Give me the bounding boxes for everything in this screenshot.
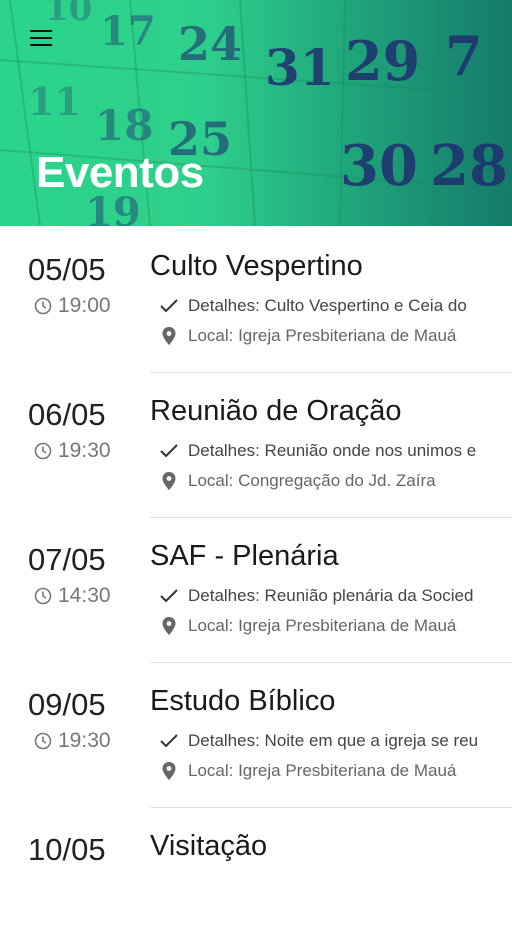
event-location: Local: Igreja Presbiteriana de Mauá [188,615,457,635]
event-date: 09/05 [28,687,106,722]
event-time: 19:30 [34,729,111,753]
event-date: 10/05 [28,832,106,867]
event-time: 19:30 [34,439,111,463]
event-date: 06/05 [28,397,106,432]
event-item[interactable]: 09/05 19:30 Estudo Bíblico Detalhes: Noi… [0,661,512,808]
clock-icon [34,298,52,315]
event-details-row: Detalhes: Reunião plenária da Socied [158,585,512,609]
event-time: 19:00 [34,294,111,318]
page-title: Eventos [36,148,204,197]
event-item[interactable]: 05/05 19:00 Culto Vespertino Detalhes: C… [0,226,512,373]
event-details: Detalhes: Reunião onde nos unimos e [188,440,477,460]
event-details: Detalhes: Culto Vespertino e Ceia do [188,295,467,315]
location-pin-icon [162,326,176,345]
svg-text:31: 31 [265,38,335,97]
event-date: 07/05 [28,542,106,577]
check-icon [160,443,178,457]
event-time-label: 19:00 [58,294,111,317]
hamburger-menu-icon[interactable] [26,26,56,50]
event-details: Detalhes: Reunião plenária da Socied [188,585,474,605]
event-date: 05/05 [28,252,106,287]
clock-icon [34,588,52,605]
check-icon [160,733,178,747]
event-item[interactable]: 10/05 Visitação [0,806,512,951]
event-details-row: Detalhes: Culto Vespertino e Ceia do [158,295,512,319]
clock-icon [34,443,52,460]
event-item[interactable]: 06/05 19:30 Reunião de Oração Detalhes: … [0,371,512,518]
event-name: Estudo Bíblico [150,685,336,717]
event-time: 14:30 [34,584,111,608]
event-location-row: Local: Congregação do Jd. Zaíra [158,470,512,494]
event-name: Reunião de Oração [150,395,402,427]
location-pin-icon [162,761,176,780]
event-details: Detalhes: Noite em que a igreja se reu [188,730,479,750]
location-pin-icon [162,616,176,635]
event-time-label: 14:30 [58,584,111,607]
svg-text:11: 11 [28,79,81,124]
check-icon [160,298,178,312]
event-location: Local: Igreja Presbiteriana de Mauá [188,325,457,345]
event-details-row: Detalhes: Reunião onde nos unimos e [158,440,512,464]
location-pin-icon [162,471,176,490]
event-location-row: Local: Igreja Presbiteriana de Mauá [158,760,512,784]
event-time-label: 19:30 [58,729,111,752]
svg-text:30: 30 [340,133,418,199]
event-location-row: Local: Igreja Presbiteriana de Mauá [158,615,512,639]
svg-text:18: 18 [95,101,153,150]
svg-text:24: 24 [178,17,242,71]
check-icon [160,588,178,602]
header-banner: 10 17 24 31 29 7 11 18 25 30 28 19 Event… [0,0,512,226]
event-name: Visitação [150,830,268,862]
event-name: SAF - Plenária [150,540,339,572]
event-location-row: Local: Igreja Presbiteriana de Mauá [158,325,512,349]
event-location: Local: Congregação do Jd. Zaíra [188,470,436,490]
svg-text:28: 28 [430,133,508,199]
event-time-label: 19:30 [58,439,111,462]
svg-text:7: 7 [445,24,483,88]
event-item[interactable]: 07/05 14:30 SAF - Plenária Detalhes: Reu… [0,516,512,663]
svg-text:29: 29 [345,29,420,93]
svg-text:10: 10 [45,0,92,29]
event-name: Culto Vespertino [150,250,363,282]
event-location: Local: Igreja Presbiteriana de Mauá [188,760,457,780]
svg-text:17: 17 [100,8,156,55]
clock-icon [34,733,52,750]
event-details-row: Detalhes: Noite em que a igreja se reu [158,730,512,754]
